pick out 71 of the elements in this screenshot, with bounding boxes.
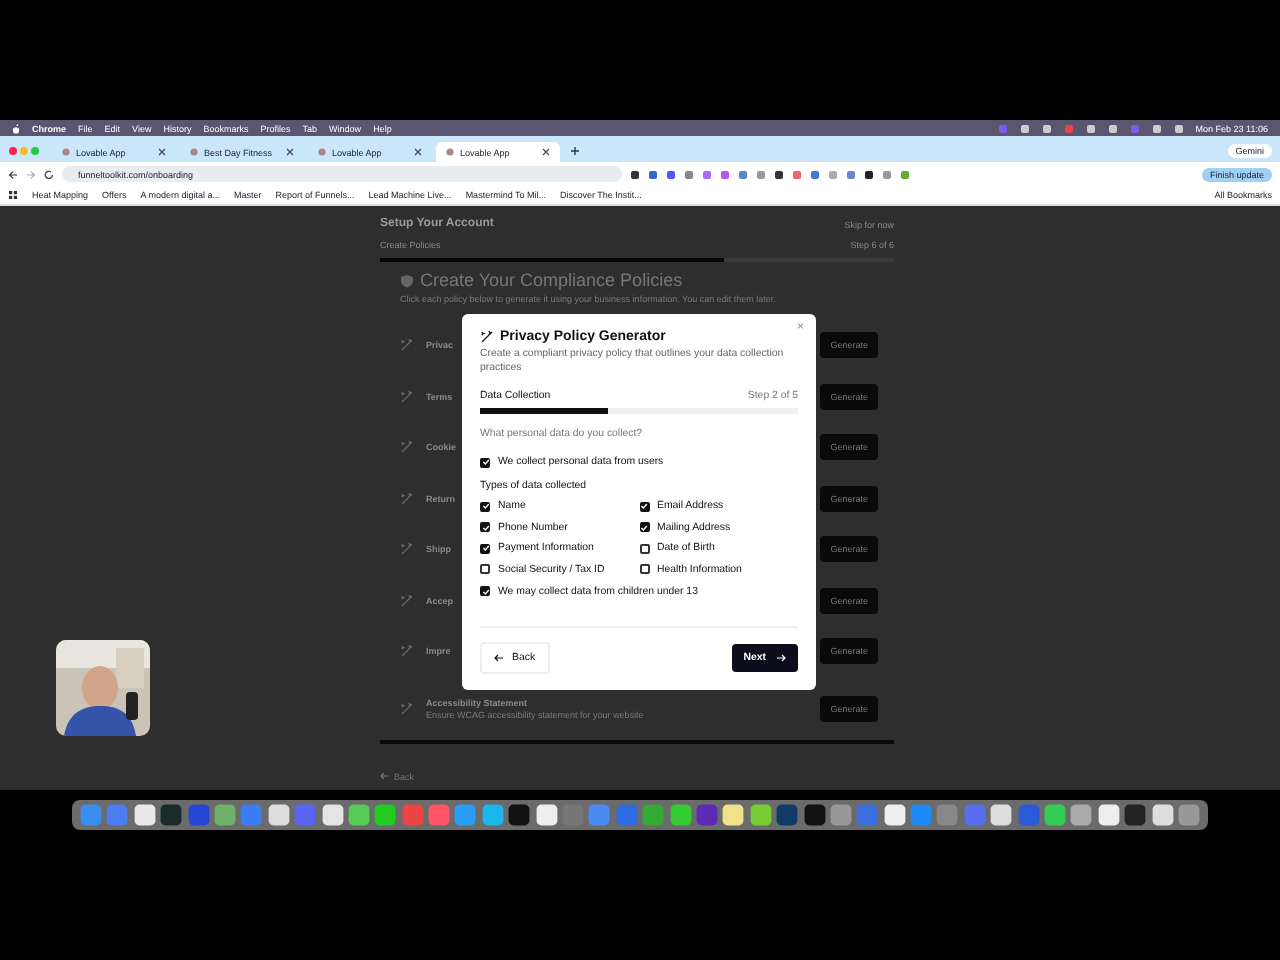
checkbox[interactable] (639, 564, 649, 575)
app-icon[interactable] (803, 804, 826, 826)
magic-wand-icon (400, 644, 414, 658)
magic-wand-icon (400, 338, 414, 352)
favicon-icon (62, 148, 70, 156)
arrow-left-icon (380, 772, 388, 780)
app-icon[interactable] (1044, 804, 1067, 826)
arrow-right-icon (776, 654, 786, 662)
app-icon[interactable] (990, 804, 1013, 826)
magic-wand-icon (400, 389, 414, 403)
app-icon[interactable] (213, 804, 236, 826)
check-icon (640, 502, 648, 511)
app-icon[interactable] (160, 804, 183, 826)
close-icon[interactable] (542, 148, 550, 156)
close-icon[interactable] (414, 148, 422, 156)
checkbox[interactable] (480, 564, 490, 575)
reload-icon[interactable] (44, 169, 54, 179)
magic-wand-icon (400, 440, 414, 454)
new-tab-icon[interactable] (570, 146, 580, 156)
app-icon[interactable] (133, 804, 156, 826)
check-icon (481, 544, 489, 553)
app-icon[interactable] (1178, 804, 1200, 826)
app-icon[interactable] (883, 804, 906, 826)
shield-icon (400, 273, 414, 287)
app-icon[interactable] (321, 804, 343, 826)
apps-icon[interactable] (8, 190, 18, 200)
app-icon[interactable] (669, 804, 692, 826)
check-icon (640, 523, 648, 532)
arrow-left-icon (494, 654, 504, 662)
checkbox[interactable] (639, 522, 649, 533)
magic-wand-icon (400, 542, 414, 556)
app-icon[interactable] (776, 804, 799, 826)
check-icon (481, 523, 489, 532)
app-icon[interactable] (722, 804, 745, 826)
back-icon[interactable] (8, 169, 18, 179)
checkbox[interactable] (480, 501, 490, 512)
window-controls-icon[interactable] (8, 146, 40, 156)
app-icon[interactable] (508, 804, 531, 826)
checkbox[interactable] (639, 501, 649, 512)
favicon-icon (446, 148, 454, 156)
app-icon[interactable] (481, 804, 504, 826)
close-icon[interactable] (158, 148, 166, 156)
app-icon[interactable] (1097, 804, 1120, 826)
app-icon[interactable] (374, 804, 397, 826)
app-icon[interactable] (829, 804, 852, 826)
check-icon (481, 502, 489, 511)
checkbox[interactable] (639, 543, 649, 554)
magic-wand-icon (400, 701, 414, 715)
forward-icon[interactable] (26, 169, 36, 179)
app-icon[interactable] (347, 804, 370, 826)
favicon-icon (318, 148, 326, 156)
app-icon[interactable] (267, 804, 290, 826)
check-icon (481, 458, 489, 467)
apple-icon[interactable] (12, 123, 20, 133)
app-icon[interactable] (1070, 804, 1093, 826)
magic-wand-icon (400, 593, 414, 607)
check-icon (481, 587, 489, 596)
close-icon[interactable] (286, 148, 294, 156)
checkbox[interactable] (480, 457, 490, 468)
checkbox[interactable] (480, 543, 490, 554)
app-icon[interactable] (749, 804, 772, 826)
magic-wand-icon (480, 330, 494, 344)
app-icon[interactable] (535, 804, 558, 826)
page-heading: Create Your Compliance Policies (420, 270, 683, 290)
favicon-icon (190, 148, 198, 156)
app-icon[interactable] (1151, 804, 1174, 826)
app-icon[interactable] (1124, 804, 1147, 826)
app-icon[interactable] (454, 804, 477, 826)
checkbox[interactable] (480, 586, 490, 597)
magic-wand-icon (400, 491, 414, 505)
checkbox[interactable] (480, 522, 490, 533)
